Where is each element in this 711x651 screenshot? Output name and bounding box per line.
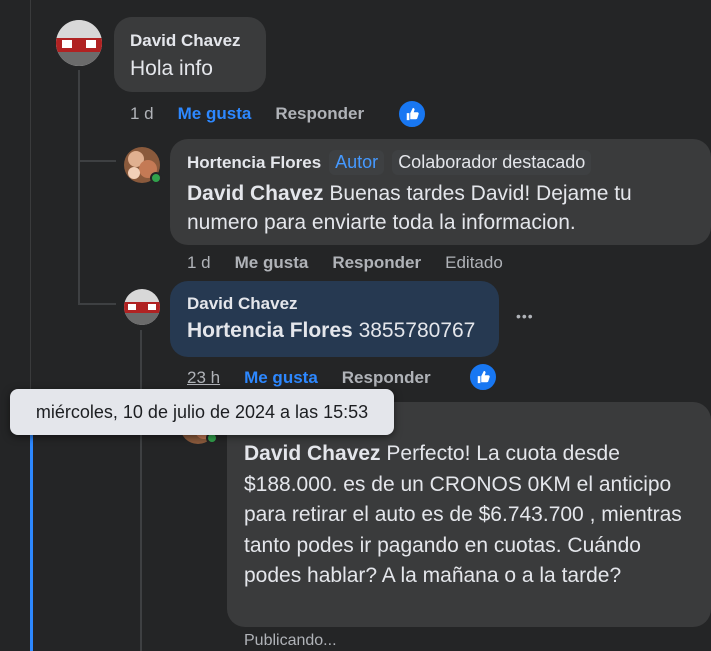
reply-button[interactable]: Responder: [275, 104, 364, 124]
reply-button[interactable]: Responder: [342, 368, 431, 388]
thread-line: [140, 330, 142, 651]
publishing-status: Publicando...: [244, 632, 337, 649]
avatar[interactable]: [124, 289, 160, 325]
mention[interactable]: David Chavez: [187, 182, 324, 205]
reply-bubble: Hortencia Flores David Chavez Perfecto! …: [227, 402, 711, 627]
avatar-image: [56, 20, 102, 66]
reply-author[interactable]: Hortencia Flores: [187, 153, 321, 173]
thread-branch: [78, 303, 116, 305]
reply-actions: 1 d Me gusta Responder Editado: [187, 253, 527, 273]
reply-author[interactable]: David Chavez: [187, 294, 298, 314]
reply-body: 3855780767: [358, 319, 476, 342]
like-button[interactable]: Me gusta: [235, 253, 309, 273]
reply-time[interactable]: 1 d: [187, 253, 211, 273]
like-button[interactable]: Me gusta: [178, 104, 252, 124]
reply-text: David Chavez Buenas tardes David! Dejame…: [187, 179, 667, 237]
reply-text: David Chavez Perfecto! La cuota desde $1…: [244, 439, 694, 592]
mention[interactable]: Hortencia Flores: [187, 319, 353, 342]
comment-bubble: David Chavez Hola info: [114, 17, 266, 92]
thread-line: [78, 70, 80, 305]
reply-button[interactable]: Responder: [332, 253, 421, 273]
comment-time[interactable]: 1 d: [130, 104, 154, 124]
reply-time[interactable]: 23 h: [187, 368, 220, 388]
reply-text: Hortencia Flores 3855780767: [187, 319, 475, 343]
mention[interactable]: David Chavez: [244, 442, 381, 465]
edited-label: Editado: [445, 253, 503, 272]
reply-bubble-highlighted: David Chavez Hortencia Flores 3855780767: [170, 281, 499, 357]
avatar[interactable]: [56, 20, 102, 66]
new-reply-indicator: [30, 425, 33, 651]
reply-actions: 23 h Me gusta Responder: [187, 368, 455, 388]
comment-actions: 1 d Me gusta Responder: [130, 104, 388, 124]
online-status-icon: [150, 172, 162, 184]
more-options-icon[interactable]: •••: [516, 308, 534, 324]
like-reaction-icon[interactable]: [397, 99, 427, 129]
top-contributor-badge[interactable]: Colaborador destacado: [392, 150, 592, 175]
like-button[interactable]: Me gusta: [244, 368, 318, 388]
like-reaction-icon[interactable]: [468, 362, 498, 392]
comment-author[interactable]: David Chavez: [130, 31, 241, 51]
reply-bubble: Hortencia Flores Autor Colaborador desta…: [170, 139, 711, 245]
avatar-image: [124, 289, 160, 325]
thread-branch: [78, 160, 116, 162]
author-badge: Autor: [329, 150, 385, 175]
timestamp-tooltip: miércoles, 10 de julio de 2024 a las 15:…: [10, 389, 394, 435]
comment-text: Hola info: [130, 57, 213, 80]
